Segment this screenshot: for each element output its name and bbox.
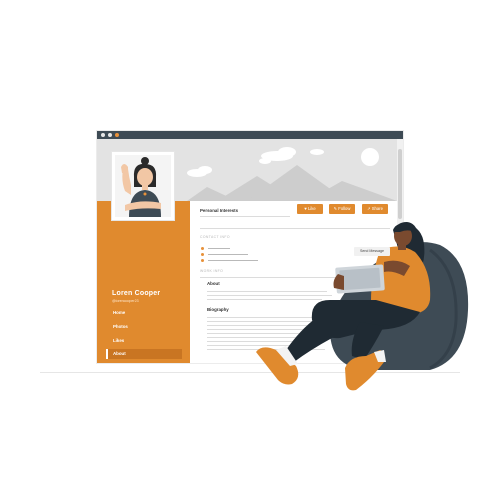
illustration-scene: Loren Cooper @lorencooper23 Home Photos …: [0, 0, 500, 500]
text-line: [207, 329, 319, 330]
divider: [200, 228, 390, 229]
text-line: [207, 333, 327, 334]
sidebar-item-home[interactable]: Home: [106, 308, 182, 318]
window-control-dot[interactable]: [115, 133, 119, 137]
window-titlebar: [97, 131, 403, 139]
profile-name: Loren Cooper: [112, 290, 161, 297]
contact-info-label: CONTACT INFO: [200, 235, 230, 239]
profile-sidebar: Loren Cooper @lorencooper23 Home Photos …: [97, 201, 190, 370]
vertical-scrollbar[interactable]: [397, 139, 403, 363]
like-button[interactable]: ♥ Like: [297, 204, 323, 214]
biography-heading: Biography: [207, 307, 229, 312]
sidebar-item-likes[interactable]: Likes: [106, 336, 182, 346]
text-line: [207, 321, 325, 322]
window-control-dot[interactable]: [108, 133, 112, 137]
text-line: [207, 325, 307, 326]
personal-interests-heading: Personal Interests: [200, 208, 239, 213]
divider: [200, 216, 290, 217]
text-line: [207, 299, 322, 300]
text-line: [208, 254, 248, 255]
text-line: [207, 291, 327, 292]
bullet-icon: [201, 259, 204, 262]
text-line: [208, 248, 230, 249]
text-line: [207, 317, 317, 318]
send-message-tooltip[interactable]: Send Message: [354, 247, 390, 256]
sidebar-item-photos[interactable]: Photos: [106, 322, 182, 332]
profile-handle: @lorencooper23: [112, 299, 139, 303]
sidebar-item-groups[interactable]: Groups: [106, 363, 182, 373]
text-line: [207, 295, 332, 296]
avatar[interactable]: [112, 152, 174, 220]
bullet-icon: [201, 253, 204, 256]
bullet-icon: [201, 247, 204, 250]
text-line: [208, 260, 258, 261]
text-line: [207, 345, 312, 346]
follow-button[interactable]: ✎ Follow: [329, 204, 355, 214]
sun-icon: [361, 148, 379, 166]
share-button[interactable]: ↗ Share: [362, 204, 388, 214]
floor-line: [40, 372, 460, 373]
text-line: [207, 341, 322, 342]
work-info-label: WORK INFO: [200, 269, 224, 273]
text-line: [207, 349, 325, 350]
scrollbar-thumb[interactable]: [398, 149, 402, 219]
window-control-dot[interactable]: [101, 133, 105, 137]
sidebar-item-about[interactable]: About: [106, 349, 182, 359]
about-heading: About: [207, 281, 220, 286]
text-line: [207, 337, 302, 338]
mountains-icon: [187, 165, 397, 201]
divider: [200, 277, 390, 278]
